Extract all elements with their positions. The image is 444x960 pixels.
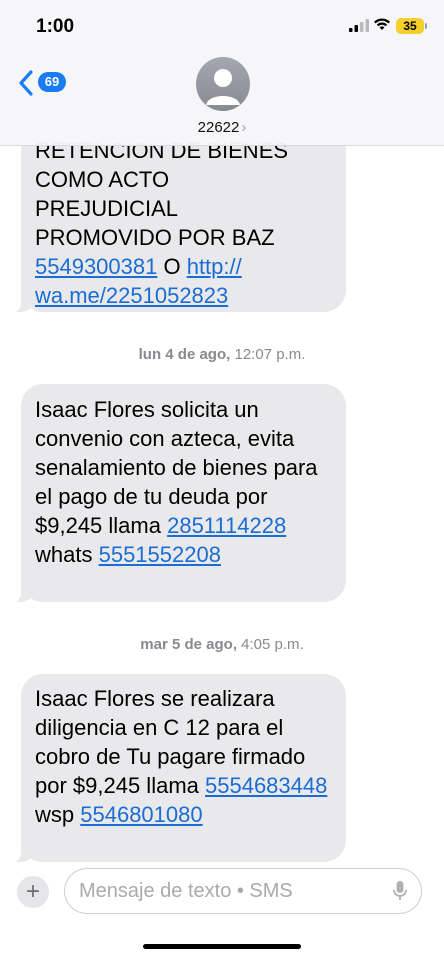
status-time: 1:00 [36,16,75,37]
home-indicator [143,944,301,949]
phone-link[interactable]: 5546801080 [80,802,202,827]
message-3-mid: wsp [35,802,81,827]
chevron-right-icon: › [241,119,247,136]
conversation-header: 1:00 35 69 22622 › [0,0,444,146]
contact-avatar[interactable] [196,57,250,111]
message-2-mid: whats [35,542,99,567]
plus-button[interactable]: + [17,876,49,908]
timestamp-1: lun 4 de ago, 12:07 p.m. [0,346,444,363]
wifi-icon [374,18,390,30]
message-1-line-4: PROMOVIDO POR BAZ [35,225,275,250]
unread-count-badge[interactable]: 69 [38,72,66,92]
timestamp-1-time: 12:07 p.m. [234,346,306,363]
plus-icon: + [25,878,40,905]
message-1-line-2: COMO ACTO [35,167,170,192]
message-input-placeholder: Mensaje de texto • SMS [79,880,293,902]
phone-link[interactable]: 5554683448 [205,773,327,798]
url-link-continued[interactable]: wa.me/2251052823 [35,283,228,308]
timestamp-1-day: lun 4 de ago, [138,346,231,363]
timestamp-2-day: mar 5 de ago, [140,636,237,653]
microphone-icon[interactable] [393,880,407,902]
message-bubble-1[interactable]: RETENCION DE BIENES COMO ACTO PREJUDICIA… [7,128,346,313]
phone-link[interactable]: 5549300381 [35,254,157,279]
contact-name[interactable]: 22622 › [0,119,444,136]
contact-number: 22622 [197,119,240,136]
status-bar: 1:00 35 [0,0,444,52]
person-icon [206,69,240,105]
timestamp-2-time: 4:05 p.m. [241,636,304,653]
message-1-line-3: PREJUDICIAL [35,196,179,221]
message-bubble-2[interactable]: Isaac Flores solicita un convenio con az… [7,384,346,603]
chevron-left-icon[interactable] [18,70,34,96]
phone-link[interactable]: 2851114228 [167,513,286,538]
battery-icon: 35 [396,18,424,34]
phone-link[interactable]: 5551552208 [99,542,221,567]
url-link[interactable]: http:// [187,254,242,279]
message-bubble-3[interactable]: Isaac Flores se realizara diligencia en … [7,674,346,863]
timestamp-2: mar 5 de ago, 4:05 p.m. [0,636,444,653]
message-input[interactable]: Mensaje de texto • SMS [64,868,422,914]
message-1-connector: O [157,254,187,279]
cellular-signal-icon [349,19,369,32]
